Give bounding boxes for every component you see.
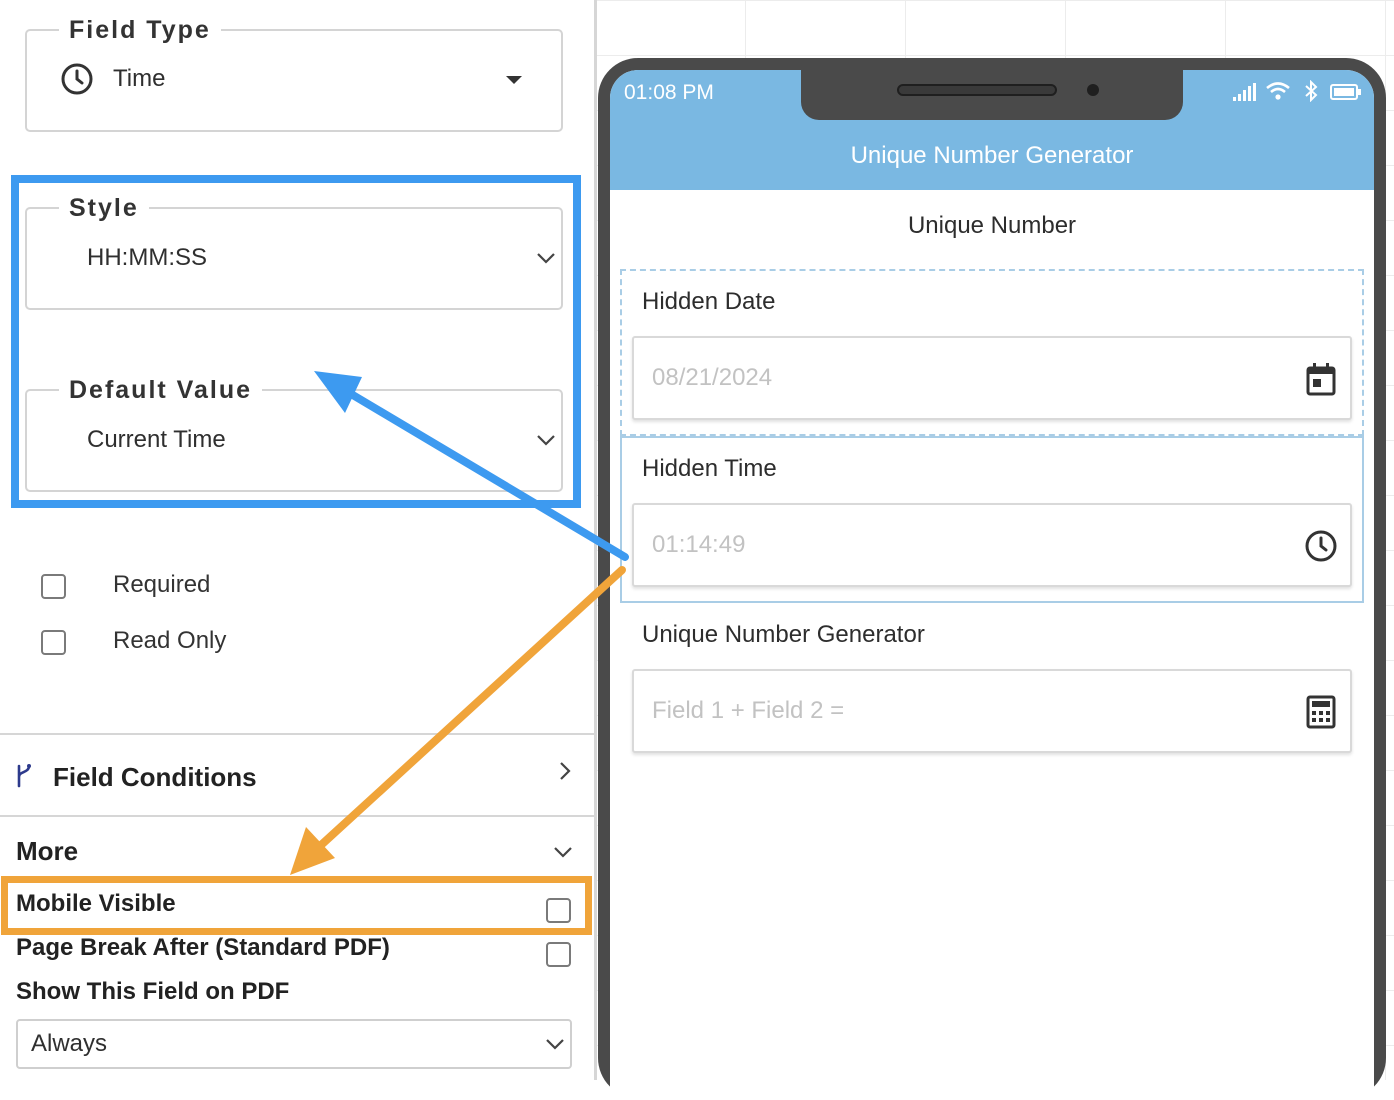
blue-arrow [314,371,629,561]
annotation-arrows [290,371,629,875]
orange-arrow [290,566,626,875]
